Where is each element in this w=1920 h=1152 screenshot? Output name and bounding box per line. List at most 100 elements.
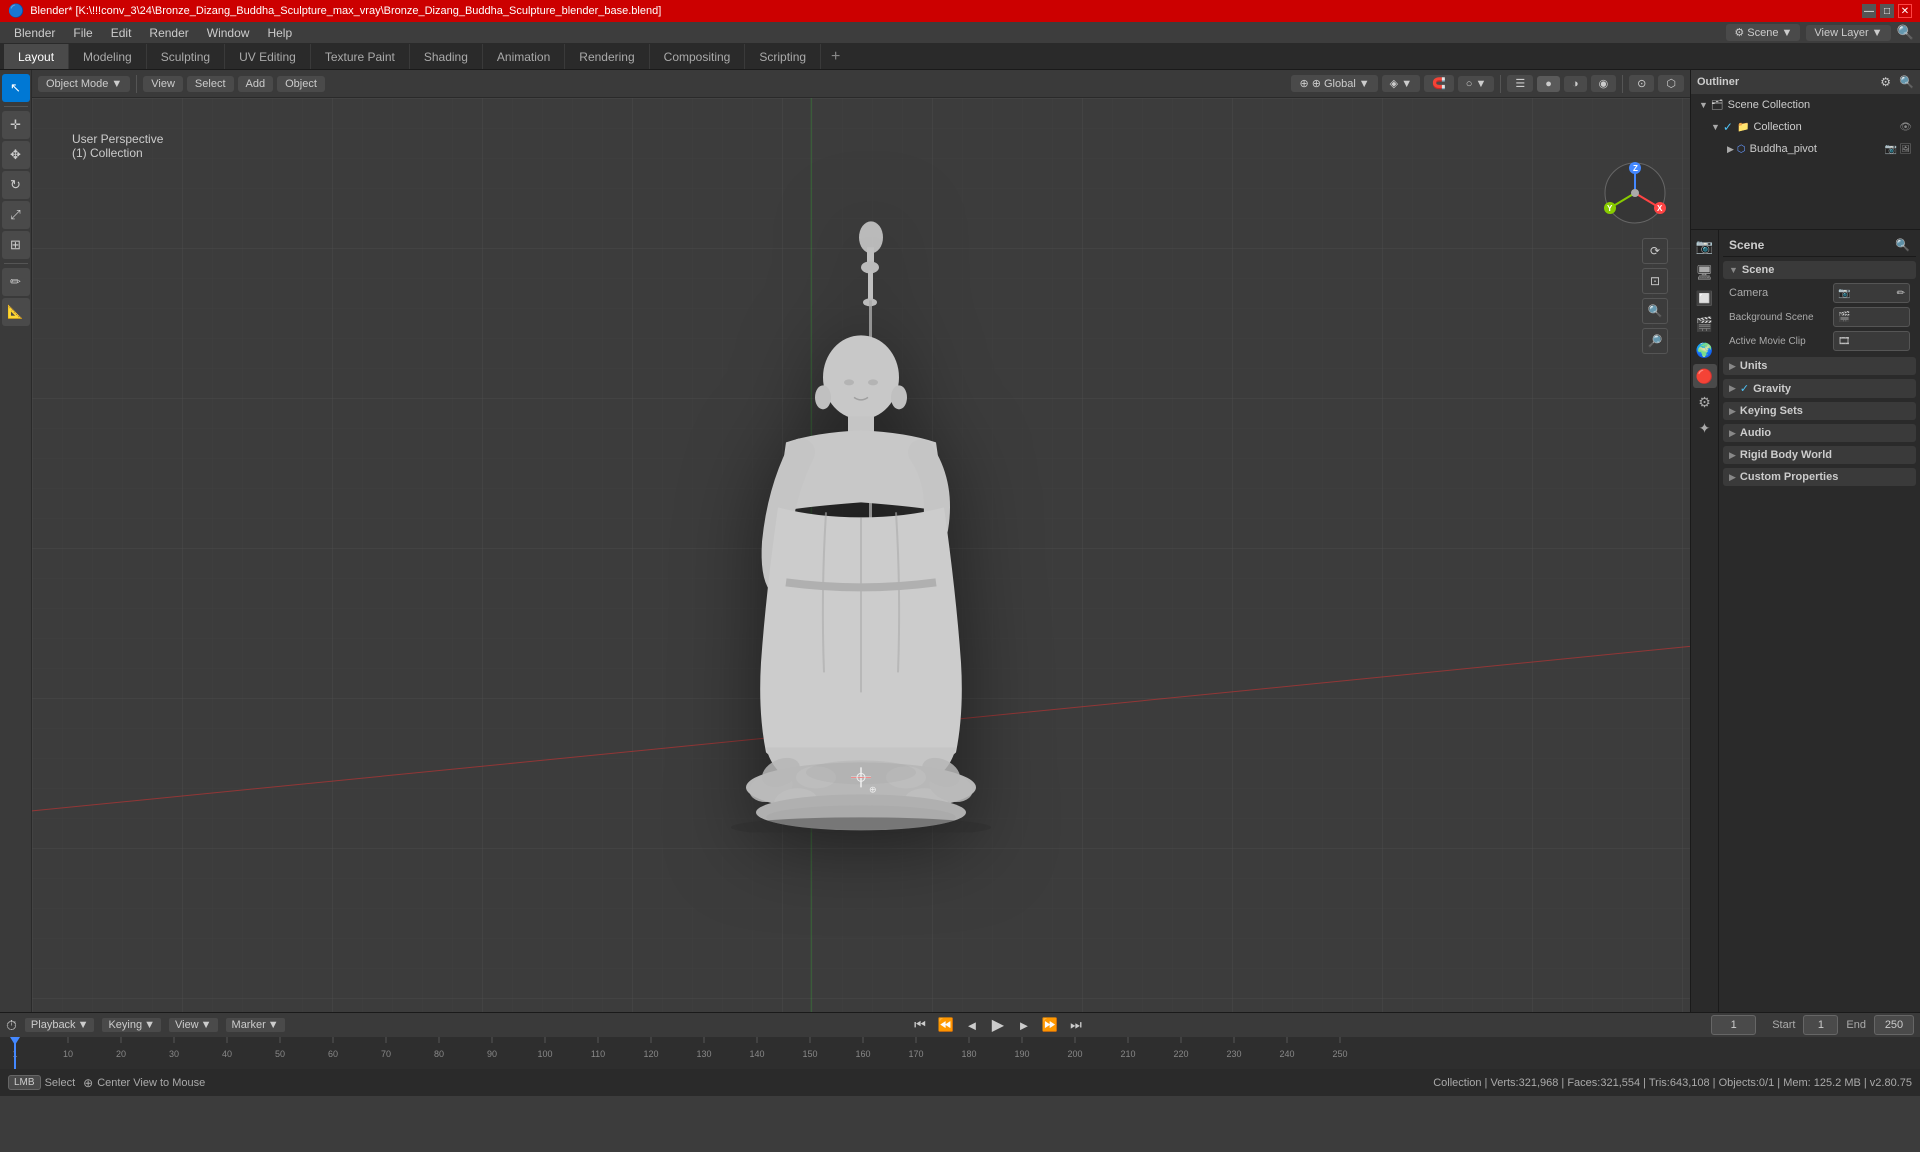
output-props-icon[interactable]: 🖥 xyxy=(1693,260,1717,284)
particles-props-icon[interactable]: ✦ xyxy=(1693,416,1717,440)
next-keyframe-button[interactable]: ⏩ xyxy=(1039,1016,1061,1034)
perspective-ortho-button[interactable]: ⟳ xyxy=(1642,238,1668,264)
tab-modeling[interactable]: Modeling xyxy=(69,44,147,69)
view-menu-button[interactable]: View xyxy=(143,76,183,92)
outliner-filter-icon[interactable]: ⚙ xyxy=(1880,75,1891,89)
props-search-icon[interactable]: 🔍 xyxy=(1895,238,1910,252)
shading-render-button[interactable]: ◉ xyxy=(1591,75,1617,92)
annotate-tool-button[interactable]: ✏ xyxy=(2,268,30,296)
tab-compositing[interactable]: Compositing xyxy=(650,44,746,69)
menu-help[interactable]: Help xyxy=(259,24,300,42)
measure-tool-button[interactable]: 📐 xyxy=(2,298,30,326)
timeline-ruler[interactable]: 1 10 20 30 40 50 60 70 80 xyxy=(0,1037,1920,1069)
view-layer-dropdown[interactable]: View Layer ▼ xyxy=(1806,25,1890,41)
menu-file[interactable]: File xyxy=(65,24,100,42)
outliner-item-collection[interactable]: ▼ ✓ 📁 Collection 👁 xyxy=(1691,116,1920,138)
snap-toggle-button[interactable]: 🧲 xyxy=(1424,75,1454,92)
scene-collection-icon: 🗂 xyxy=(1711,100,1724,111)
camera-edit-icon[interactable]: ✏ xyxy=(1897,288,1905,299)
tab-rendering[interactable]: Rendering xyxy=(565,44,649,69)
menu-blender[interactable]: Blender xyxy=(6,24,63,42)
scale-tool-button[interactable]: ⤢ xyxy=(2,201,30,229)
start-frame-input[interactable] xyxy=(1803,1015,1838,1035)
collection-checkbox[interactable]: ✓ xyxy=(1723,120,1733,134)
navigation-gizmo[interactable]: Z X Y xyxy=(1600,158,1670,228)
transform-orientation-button[interactable]: ⊕ ⊕ Global ▼ xyxy=(1291,75,1377,92)
tab-shading[interactable]: Shading xyxy=(410,44,483,69)
scene-section-body: Camera 📷 ✏ Background Scene xyxy=(1723,281,1916,353)
menu-edit[interactable]: Edit xyxy=(103,24,140,42)
camera-field[interactable]: 📷 ✏ xyxy=(1833,283,1910,303)
viewport-overlay-button[interactable]: ⊙ xyxy=(1629,75,1654,92)
keying-sets-header[interactable]: ▶ Keying Sets xyxy=(1723,402,1916,420)
object-menu-button[interactable]: Object xyxy=(277,76,325,92)
scene-dropdown[interactable]: ⚙ Scene ▼ xyxy=(1726,24,1800,41)
transform-tool-button[interactable]: ⊞ xyxy=(2,231,30,259)
outliner-item-scene-collection[interactable]: ▼ 🗂 Scene Collection xyxy=(1691,94,1920,116)
select-menu-button[interactable]: Select xyxy=(187,76,234,92)
tab-layout[interactable]: Layout xyxy=(4,44,69,69)
gravity-checkbox[interactable]: ✓ xyxy=(1740,382,1749,395)
gravity-section-header[interactable]: ▶ ✓ Gravity xyxy=(1723,379,1916,398)
move-tool-button[interactable]: ✥ xyxy=(2,141,30,169)
menu-render[interactable]: Render xyxy=(141,24,196,42)
scene-section-header[interactable]: ▼ Scene xyxy=(1723,261,1916,279)
view-layer-props-icon[interactable]: 🔲 xyxy=(1693,286,1717,310)
shading-material-button[interactable]: ◑ xyxy=(1564,76,1587,92)
render-props-icon[interactable]: 📷 xyxy=(1693,234,1717,258)
background-scene-field[interactable]: 🎬 xyxy=(1833,307,1910,327)
custom-props-header[interactable]: ▶ Custom Properties xyxy=(1723,468,1916,486)
prev-frame-button[interactable]: ◄ xyxy=(961,1016,983,1034)
rigid-body-header[interactable]: ▶ Rigid Body World xyxy=(1723,446,1916,464)
svg-text:Z: Z xyxy=(1633,164,1638,173)
tab-texture-paint[interactable]: Texture Paint xyxy=(311,44,410,69)
zoom-out-button[interactable]: 🔎 xyxy=(1642,328,1668,354)
jump-end-button[interactable]: ⏭ xyxy=(1065,1016,1087,1034)
maximize-button[interactable]: □ xyxy=(1880,4,1894,18)
tab-sculpting[interactable]: Sculpting xyxy=(147,44,225,69)
next-frame-button[interactable]: ► xyxy=(1013,1016,1035,1034)
local-global-button[interactable]: ⊡ xyxy=(1642,268,1668,294)
proportional-edit-button[interactable]: ○ ▼ xyxy=(1458,76,1495,92)
outliner-search-icon[interactable]: 🔍 xyxy=(1899,75,1914,89)
menu-window[interactable]: Window xyxy=(199,24,258,42)
zoom-in-button[interactable]: 🔍 xyxy=(1642,298,1668,324)
view-menu-button[interactable]: View ▼ xyxy=(169,1018,218,1032)
tab-scripting[interactable]: Scripting xyxy=(745,44,821,69)
scene-props-icon[interactable]: 🎬 xyxy=(1693,312,1717,336)
tab-uv-editing[interactable]: UV Editing xyxy=(225,44,311,69)
cursor-tool-button[interactable]: ✛ xyxy=(2,111,30,139)
shading-wire-button[interactable]: ☰ xyxy=(1507,75,1533,92)
playback-menu-button[interactable]: Playback ▼ xyxy=(25,1018,95,1032)
keying-menu-button[interactable]: Keying ▼ xyxy=(102,1018,161,1032)
audio-section-header[interactable]: ▶ Audio xyxy=(1723,424,1916,442)
select-tool-button[interactable]: ↖ xyxy=(2,74,30,102)
units-section-header[interactable]: ▶ Units xyxy=(1723,357,1916,375)
outliner-item-buddha[interactable]: ▶ ⬡ Buddha_pivot 📷 🖼 xyxy=(1691,138,1920,160)
minimize-button[interactable]: — xyxy=(1862,4,1876,18)
end-frame-input[interactable] xyxy=(1874,1015,1914,1035)
close-button[interactable]: ✕ xyxy=(1898,4,1912,18)
3d-viewport[interactable]: User Perspective (1) Collection xyxy=(32,98,1690,1012)
xray-button[interactable]: ⬡ xyxy=(1658,75,1684,92)
play-button[interactable]: ▶ xyxy=(987,1016,1009,1034)
rotate-tool-button[interactable]: ↻ xyxy=(2,171,30,199)
tab-animation[interactable]: Animation xyxy=(483,44,565,69)
render-restrict-icon[interactable]: 🖼 xyxy=(1899,144,1912,155)
pivot-point-button[interactable]: ◈ ▼ xyxy=(1382,75,1420,92)
add-workspace-button[interactable]: + xyxy=(821,44,850,69)
mode-select-button[interactable]: Object Mode ▼ xyxy=(38,76,130,92)
marker-menu-button[interactable]: Marker ▼ xyxy=(226,1018,285,1032)
world-props-icon[interactable]: 🌍 xyxy=(1693,338,1717,362)
prev-keyframe-button[interactable]: ⏪ xyxy=(935,1016,957,1034)
modifier-props-icon[interactable]: ⚙ xyxy=(1693,390,1717,414)
active-clip-field[interactable]: 🎞 xyxy=(1833,331,1910,351)
add-menu-button[interactable]: Add xyxy=(238,76,274,92)
shading-solid-button[interactable]: ● xyxy=(1537,76,1560,92)
collection-vis-icon[interactable]: 👁 xyxy=(1899,122,1912,133)
object-props-icon[interactable]: 🔴 xyxy=(1693,364,1717,388)
current-frame-input[interactable] xyxy=(1711,1015,1756,1035)
jump-start-button[interactable]: ⏮ xyxy=(909,1016,931,1034)
camera-restrict-icon[interactable]: 📷 xyxy=(1885,144,1897,155)
search-btn[interactable]: 🔍 xyxy=(1897,24,1914,41)
